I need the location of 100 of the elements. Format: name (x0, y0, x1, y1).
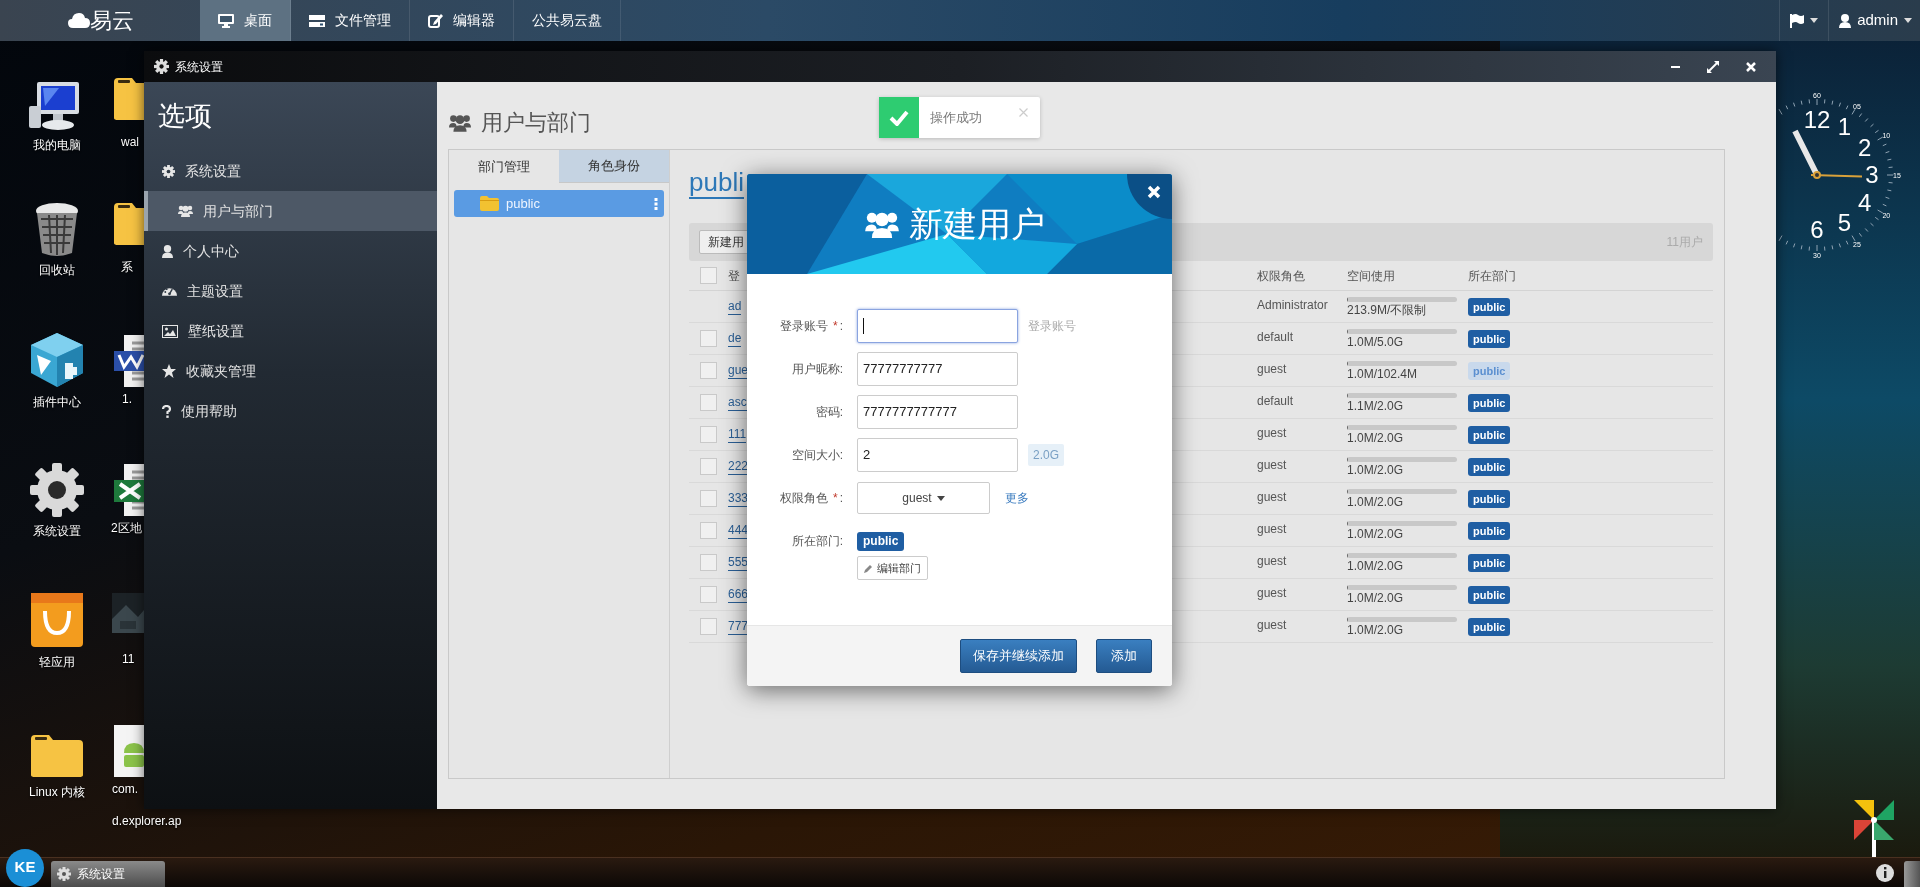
image-icon (162, 324, 178, 338)
desktop-icon-label[interactable]: 我的电脑 (33, 136, 81, 154)
clock-numeral: 12 (1803, 106, 1831, 133)
cloud-icon (68, 13, 90, 28)
sidebar-heading: 选项 (157, 100, 213, 133)
start-button[interactable]: KE (6, 848, 44, 887)
window-title-bar[interactable]: 系统设置 (144, 51, 1776, 82)
table-cell-text: 1.0M/2.0G (1347, 557, 1405, 574)
close-icon[interactable] (1019, 108, 1028, 117)
pencil-icon (864, 563, 873, 573)
android-file-icon (112, 723, 144, 779)
department-badge: public (1468, 521, 1511, 540)
checkbox[interactable] (700, 330, 717, 347)
desktop-icon-label[interactable]: wal (121, 133, 139, 151)
desktop-icon-label[interactable]: 11 (122, 650, 135, 668)
gear-icon (29, 462, 85, 518)
department-badge: public (1468, 425, 1511, 444)
monitor-icon (218, 13, 234, 28)
caret-icon (936, 495, 945, 501)
desktop-icon-label[interactable]: 插件中心 (33, 393, 81, 411)
required-mark: * (833, 490, 838, 507)
table-cell-text: 1.0M/5.0G (1347, 333, 1405, 350)
column-header: 空间使用 (1347, 267, 1396, 285)
sidebar-item[interactable]: 主题设置 (144, 271, 437, 311)
department-badge: public (857, 532, 905, 551)
desktop-icon-label[interactable]: 回收站 (39, 261, 75, 279)
app-logo[interactable]: 易云 (68, 4, 200, 37)
desktop-icon-label[interactable]: 系 (121, 258, 133, 276)
table-cell-text: 1.0M/2.0G (1347, 525, 1405, 542)
table-cell-text: 1.0M/2.0G (1347, 589, 1405, 606)
text-field[interactable] (857, 309, 1018, 343)
department-badge: public (1468, 617, 1511, 636)
desktop-icon-label[interactable]: Linux 内核 (29, 783, 85, 801)
top-nav-tab[interactable]: 公共易云盘 (514, 0, 621, 41)
top-nav-tab[interactable]: 桌面 (200, 0, 291, 41)
checkbox[interactable] (700, 554, 717, 571)
checkbox[interactable] (700, 586, 717, 603)
user-login-link[interactable]: ad (728, 298, 742, 315)
panel-tab[interactable]: 角色身份 (559, 150, 669, 183)
caret-icon (1904, 18, 1912, 23)
show-desktop-button[interactable] (1904, 860, 1920, 887)
checkbox[interactable] (700, 490, 717, 507)
checkbox[interactable] (700, 426, 717, 443)
checkbox[interactable] (700, 362, 717, 379)
more-options-icon[interactable] (654, 197, 658, 210)
table-cell-text: Administrator (1257, 297, 1329, 314)
folder-icon (480, 196, 499, 211)
clock-numeral: 3 (1865, 161, 1879, 188)
checkbox[interactable] (700, 394, 717, 411)
department-badge: public (1468, 585, 1511, 604)
edit-icon (428, 13, 443, 28)
desktop-icon-label[interactable]: 2区地 (111, 519, 142, 537)
close-button[interactable] (1146, 184, 1162, 200)
sidebar-item[interactable]: 个人中心 (144, 231, 437, 271)
gear-icon (57, 867, 71, 881)
checkbox[interactable] (700, 267, 717, 284)
checkbox[interactable] (700, 458, 717, 475)
desktop-icon-label[interactable]: 1. (122, 390, 132, 408)
department-badge: public (1468, 489, 1511, 508)
label-colon: : (839, 318, 843, 335)
table-cell-text: guest (1257, 553, 1288, 570)
folder-icon (112, 76, 144, 122)
text-field[interactable]: 77777777777 (857, 352, 1018, 386)
sidebar-item[interactable]: 壁纸设置 (144, 311, 437, 351)
gear-icon (162, 164, 175, 178)
toast-message: 操作成功 (930, 108, 982, 127)
desktop-icon-label[interactable]: 轻应用 (39, 653, 75, 671)
checkbox[interactable] (700, 522, 717, 539)
user-login-link[interactable]: asc (728, 394, 747, 411)
taskbar-task[interactable]: 系统设置 (51, 860, 165, 887)
table-cell-text: guest (1257, 585, 1288, 602)
dialog-button[interactable]: 添加 (1096, 639, 1152, 673)
sidebar-item[interactable]: 使用帮助 (144, 391, 437, 431)
info-button[interactable] (1876, 863, 1894, 882)
user-menu-button[interactable]: admin (1828, 0, 1920, 41)
desktop-icon-label[interactable]: 系统设置 (33, 522, 81, 540)
table-cell-text: default (1257, 393, 1295, 410)
sidebar-item[interactable]: 收藏夹管理 (144, 351, 437, 391)
more-link[interactable]: 更多 (1005, 489, 1029, 507)
dialog-button[interactable]: 保存并继续添加 (960, 639, 1077, 673)
top-nav-tab[interactable]: 文件管理 (291, 0, 410, 41)
edit-department-button[interactable]: 编辑部门 (857, 556, 928, 580)
pinwheel-icon (1852, 798, 1896, 858)
user-login-link[interactable]: de (728, 330, 742, 347)
clock-numeral: 2 (1857, 133, 1872, 161)
table-cell-text: guest (1257, 425, 1288, 442)
text-field[interactable]: 2 (857, 438, 1018, 472)
text-field[interactable]: 7777777777777 (857, 395, 1018, 429)
field-label: 密码: (815, 404, 843, 421)
checkbox[interactable] (700, 618, 717, 635)
desktop-icon-label[interactable]: d.explorer.ap (112, 812, 182, 830)
top-nav-tab[interactable]: 编辑器 (410, 0, 514, 41)
sidebar-item[interactable]: 系统设置 (144, 151, 437, 191)
sidebar-item[interactable]: 用户与部门 (144, 191, 437, 231)
user-login-link[interactable]: 111 (728, 426, 747, 443)
question-icon (162, 404, 171, 418)
role-dropdown[interactable]: guest (857, 482, 990, 514)
dialog-title: 新建用户 (908, 203, 1045, 245)
department-badge: public (1468, 553, 1511, 572)
desktop-icon-label[interactable]: com. (112, 780, 138, 798)
